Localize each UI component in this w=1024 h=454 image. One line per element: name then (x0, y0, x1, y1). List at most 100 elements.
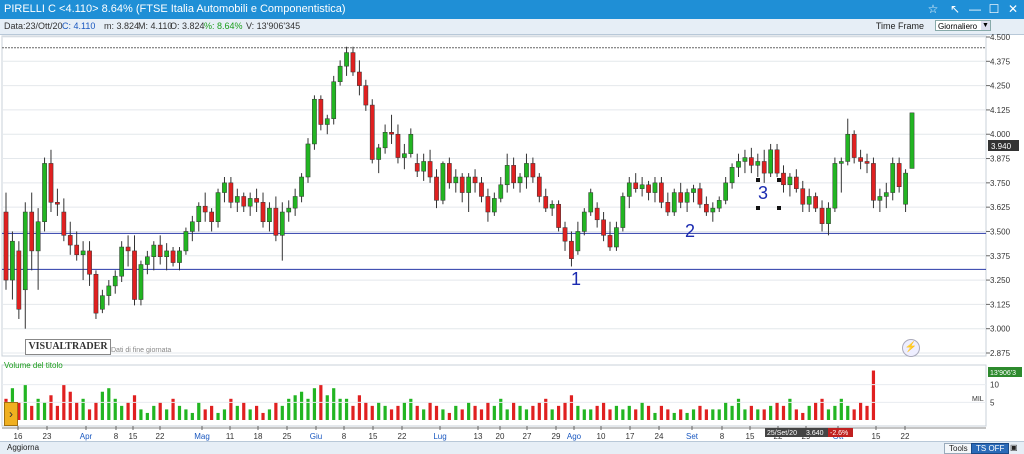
candle-body (909, 112, 915, 169)
candle-body (369, 104, 375, 160)
brand-logo: VISUALTRADER (25, 339, 111, 355)
ts-off-button[interactable]: TS OFF (971, 443, 1010, 454)
tooltip-date: 25/Set/20 (767, 430, 797, 437)
candle-body (350, 52, 356, 73)
volume-bar (267, 409, 272, 420)
volume-bar (601, 402, 606, 420)
time-tick-label: 16 (14, 432, 23, 441)
candle-body (819, 207, 825, 224)
candle-body (864, 161, 870, 164)
volume-bar (222, 409, 227, 420)
selection-handle (777, 178, 781, 182)
candle-body (389, 132, 394, 135)
candle-body (581, 211, 587, 232)
time-tick-label: 22 (901, 432, 910, 441)
volume-bar (254, 405, 259, 420)
candle-body (704, 203, 709, 213)
candle-body (234, 196, 240, 203)
volume-tick-label: 10 (990, 381, 999, 390)
lightning-icon[interactable]: ⚡ (902, 339, 920, 357)
volume-bar (518, 405, 522, 420)
candle-body (774, 149, 780, 174)
volume-bar (351, 405, 355, 420)
volume-bar (505, 409, 509, 420)
candle-body (80, 250, 86, 256)
time-tick-label: Lug (433, 432, 446, 441)
volume-bar (666, 409, 670, 420)
volume-bar (454, 405, 458, 420)
candle-body (299, 176, 304, 197)
volume-bar (197, 402, 201, 420)
volume-bar (120, 405, 124, 420)
candle-body (112, 275, 118, 287)
candle-body (164, 250, 169, 257)
selection-handle (756, 206, 760, 210)
price-tick-label: 4.000 (990, 130, 1011, 139)
candle-body (260, 202, 266, 222)
volume-bar (107, 388, 111, 420)
candle-body (408, 133, 414, 154)
volume-bar (685, 412, 689, 420)
volume-tick-label: 5 (990, 398, 995, 407)
candle-body (646, 184, 651, 193)
candle-body (183, 231, 189, 252)
time-tick-label: 8 (114, 432, 119, 441)
candle-body (202, 205, 208, 213)
time-tick-label: 23 (43, 432, 52, 441)
tools-button[interactable]: Tools (944, 443, 973, 454)
candle-body (691, 188, 696, 193)
volume-bar (325, 395, 329, 420)
volume-bar (68, 391, 72, 420)
expand-icon[interactable]: ▣ (1006, 443, 1022, 452)
volume-bar (537, 402, 541, 420)
candle-body (710, 207, 716, 213)
volume-bar (248, 409, 252, 420)
volume-bar (42, 402, 47, 420)
candle-body (395, 133, 401, 158)
volume-bar (621, 409, 625, 420)
candle-body (421, 161, 427, 172)
candle-body (55, 202, 60, 205)
candle-body (832, 163, 838, 209)
candle-body (215, 192, 221, 222)
candle-body (511, 165, 516, 184)
tooltip-value: 3.640 (806, 430, 824, 437)
price-tick-label: 3.875 (990, 155, 1011, 164)
volume-bar (177, 405, 182, 420)
volume-bar (49, 395, 53, 420)
candle-body (517, 176, 523, 184)
candle-body (61, 211, 67, 236)
volume-bar (576, 405, 580, 420)
candle-body (729, 167, 735, 184)
time-tick-label: Ago (567, 432, 582, 441)
volume-bar (646, 405, 651, 420)
candle-body (16, 250, 22, 310)
volume-bar (364, 402, 368, 420)
volume-bar (422, 409, 426, 420)
price-tick-label: 4.125 (990, 106, 1011, 115)
candle-body (504, 165, 510, 186)
candle-body (119, 246, 125, 277)
time-tick-label: 15 (746, 432, 755, 441)
candle-body (228, 182, 234, 203)
time-tick-label: Apr (80, 432, 93, 441)
volume-bar (158, 402, 162, 420)
chevron-right-icon[interactable]: › (4, 402, 18, 426)
volume-bar (434, 405, 439, 420)
candle-body (736, 161, 741, 168)
candle-body (620, 196, 626, 228)
candle-body (485, 196, 491, 213)
candle-body (22, 211, 28, 291)
volume-bar (280, 405, 284, 420)
volume-bar (383, 405, 387, 420)
volume-bar (762, 409, 766, 420)
candle-body (524, 163, 529, 178)
volume-bar (203, 409, 207, 420)
price-tick-label: 2.875 (990, 349, 1011, 358)
candle-body (273, 207, 279, 236)
candle-body (254, 198, 259, 203)
update-button[interactable]: Aggiorna (3, 443, 43, 452)
time-tick-label: 24 (655, 432, 664, 441)
price-tick-label: 3.250 (990, 276, 1011, 285)
price-tag: 3.940 (991, 142, 1012, 151)
